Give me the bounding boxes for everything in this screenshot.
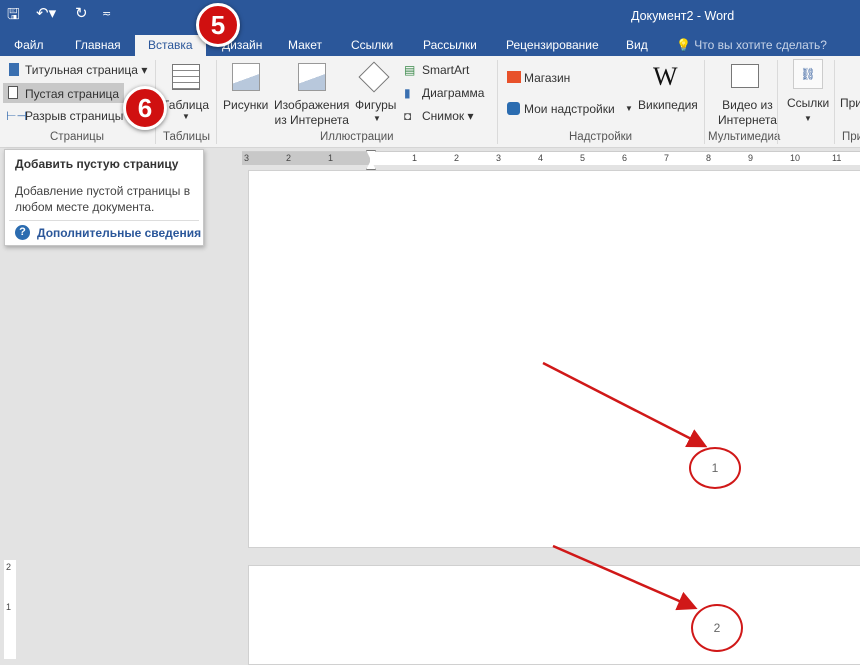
- page-number-1-highlight: 1: [689, 447, 741, 489]
- arrow-to-page-1: [542, 361, 708, 448]
- page-number-2-highlight: 2: [691, 604, 743, 652]
- annotation-arrows: [542, 361, 708, 611]
- arrow-to-page-2: [552, 544, 698, 611]
